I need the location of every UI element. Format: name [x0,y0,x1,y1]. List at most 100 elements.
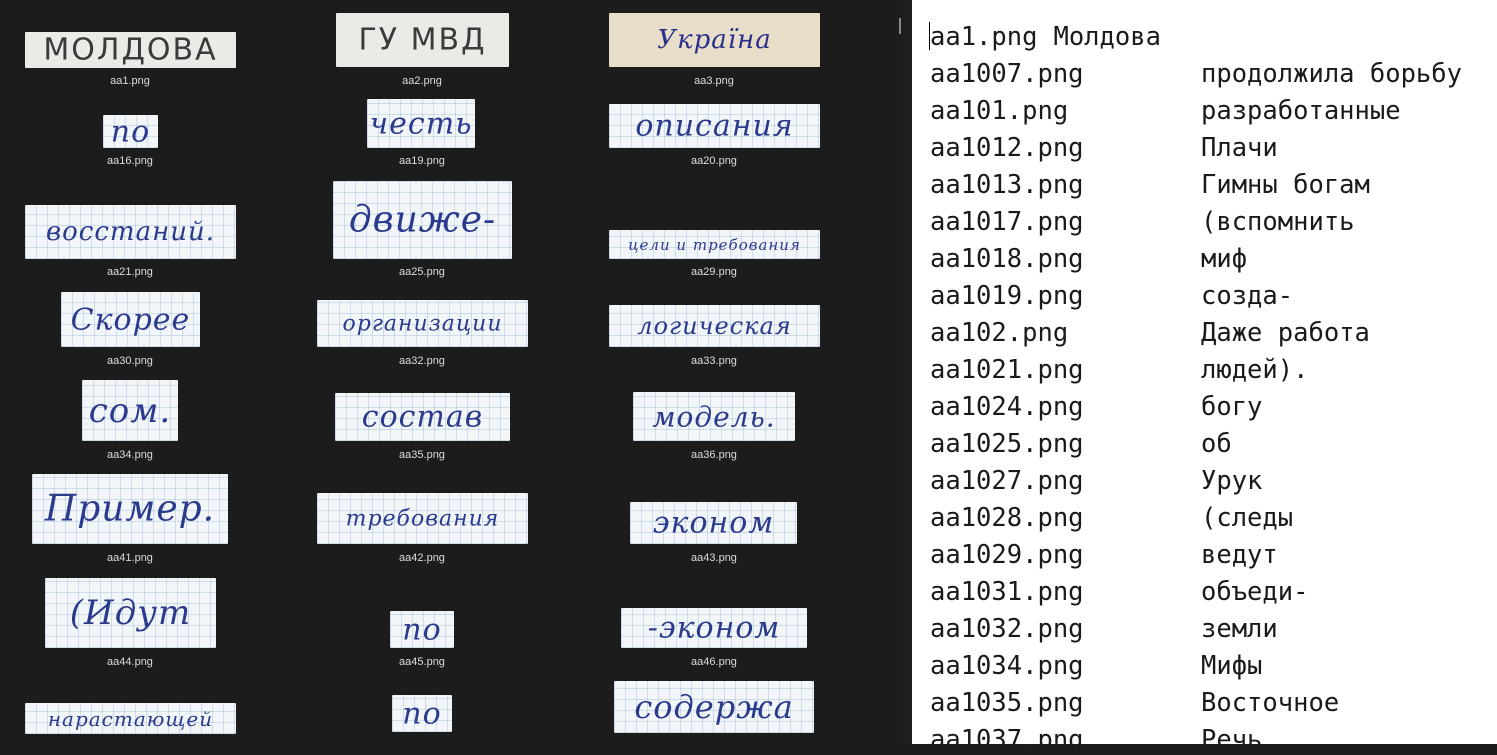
editor-line[interactable]: aa1021.png людей). [930,355,1308,385]
line-label: Гимны богам [1201,170,1370,200]
thumbnail-image[interactable]: организации [317,300,528,347]
line-filename: aa101.png [930,96,1069,126]
thumbnail-word: -эконом [647,610,781,646]
line-filename: aa1034.png [930,651,1084,681]
editor-line[interactable]: aa102.png Даже работа [930,318,1370,348]
editor-line[interactable]: aa1035.png Восточное [930,688,1339,718]
editor-line[interactable]: aa1019.png созда- [930,281,1293,311]
thumbnail-word: описания [635,108,794,144]
line-label: продолжила борьбу [1201,59,1462,89]
editor-line[interactable]: aa1013.png Гимны богам [930,170,1370,200]
thumbnail-caption: aa35.png [399,449,445,461]
editor-line[interactable]: aa1024.png богу [930,392,1262,422]
line-label: (следы [1201,503,1294,533]
thumbnail-image[interactable]: Пример. [32,474,228,544]
editor-line[interactable]: aa1027.png Урук [930,466,1262,496]
line-label: Молдова [1053,22,1161,52]
editor-line[interactable]: aa1032.png земли [930,614,1278,644]
line-filename: aa1021.png [930,355,1084,385]
thumbnail-caption: aa33.png [691,355,737,367]
thumbnail-image[interactable]: ГУ МВД [336,13,509,67]
line-filename: aa1019.png [930,281,1084,311]
thumbnail-word: Пример. [44,488,216,530]
thumbnail-caption: aa2.png [402,75,442,87]
thumbnail-image[interactable]: честь [367,99,475,148]
thumbnail-caption: aa36.png [691,449,737,461]
editor-line[interactable]: aa1028.png (следы [930,503,1293,533]
thumbnail-image[interactable]: требования [317,493,528,544]
thumbnail-word: Скорее [70,302,191,337]
thumbnail-image[interactable]: состав [335,393,510,441]
line-label: Даже работа [1201,318,1370,348]
line-filename: aa1025.png [930,429,1084,459]
thumbnail-image[interactable]: нарастающей [25,703,236,734]
thumbnail-image[interactable]: цели и требования [609,230,820,259]
thumbnail-image[interactable]: движе- [333,181,512,259]
editor-line[interactable]: aa101.png разработанные [930,96,1401,126]
pane-divider[interactable] [903,0,912,744]
editor-line[interactable]: aa1029.png ведут [930,540,1278,570]
thumbnail-word: по [402,696,442,731]
thumbnail-word: нарастающей [47,706,214,731]
thumbnail-image[interactable]: Скорее [61,292,200,347]
line-label: миф [1201,244,1248,274]
line-filename: aa1024.png [930,392,1084,422]
thumbnail-image[interactable]: содержа [614,681,814,733]
thumbnail-image[interactable]: МОЛДОВА [25,32,236,68]
line-label: Урук [1201,466,1263,496]
editor-line[interactable]: aa1.png Молдова [930,22,1161,52]
line-label: разработанные [1201,96,1401,126]
thumbnail-image[interactable]: по [390,611,454,648]
thumbnail-image[interactable]: логическая [609,305,820,347]
thumbnail-word: ГУ МВД [358,22,487,58]
editor-line[interactable]: aa1018.png миф [930,244,1247,274]
thumbnail-word: логическая [637,312,792,340]
thumbnail-image[interactable]: Україна [609,13,820,67]
editor-line[interactable]: aa1012.png Плачи [930,133,1278,163]
thumbnail-word: движе- [348,199,497,241]
editor-line[interactable]: aa1017.png (вспомнить [930,207,1355,237]
editor-line[interactable]: aa1025.png об [930,429,1232,459]
line-label: об [1201,429,1232,459]
thumbnail-caption: aa42.png [399,552,445,564]
line-label: богу [1201,392,1263,422]
thumbnail-word: Україна [657,25,772,55]
thumbnail-caption: aa16.png [107,155,153,167]
thumbnail-caption: aa30.png [107,355,153,367]
thumbnail-gallery: МОЛДОВА aa1.png ГУ МВД aa2.png Україна aa3.pn… [0,0,903,744]
editor-line[interactable]: aa1037.png Речь [930,725,1262,755]
thumbnail-image[interactable]: описания [609,104,820,148]
line-filename: aa1017.png [930,207,1084,237]
thumbnail-word: эконом [652,505,775,541]
thumbnail-word: МОЛДОВА [43,32,218,68]
thumbnail-caption: aa46.png [691,656,737,668]
thumbnail-image[interactable]: модель. [633,392,795,441]
line-filename: aa1035.png [930,688,1084,718]
thumbnail-image[interactable]: по [103,115,158,148]
line-label: созда- [1201,281,1294,311]
thumbnail-image[interactable]: -эконом [621,608,807,648]
thumbnail-image[interactable]: по [392,695,452,732]
thumbnail-image[interactable]: (Идут [45,578,216,648]
line-filename: aa1007.png [930,59,1084,89]
thumbnail-image[interactable]: сом. [82,380,178,441]
thumbnail-word: состав [361,399,484,435]
thumbnail-caption: aa34.png [107,449,153,461]
editor-line[interactable]: aa1034.png Мифы [930,651,1262,681]
thumbnail-caption: aa3.png [694,75,734,87]
thumbnail-caption: aa19.png [399,155,445,167]
line-filename: aa1.png [930,22,1038,52]
line-label: Восточное [1201,688,1340,718]
editor-line[interactable]: aa1031.png объеди- [930,577,1308,607]
line-label: ведут [1201,540,1278,570]
line-filename: aa1027.png [930,466,1084,496]
thumbnail-word: цели и требования [628,235,801,254]
editor-line[interactable]: aa1007.png продолжила борьбу [930,59,1462,89]
thumbnail-caption: aa32.png [399,355,445,367]
line-label: Плачи [1201,133,1278,163]
thumbnail-image[interactable]: эконом [630,502,797,544]
scrollbar-thumb[interactable] [899,18,901,34]
line-filename: aa1013.png [930,170,1084,200]
thumbnail-image[interactable]: восстаний. [25,205,236,259]
thumbnail-caption: aa1.png [110,75,150,87]
